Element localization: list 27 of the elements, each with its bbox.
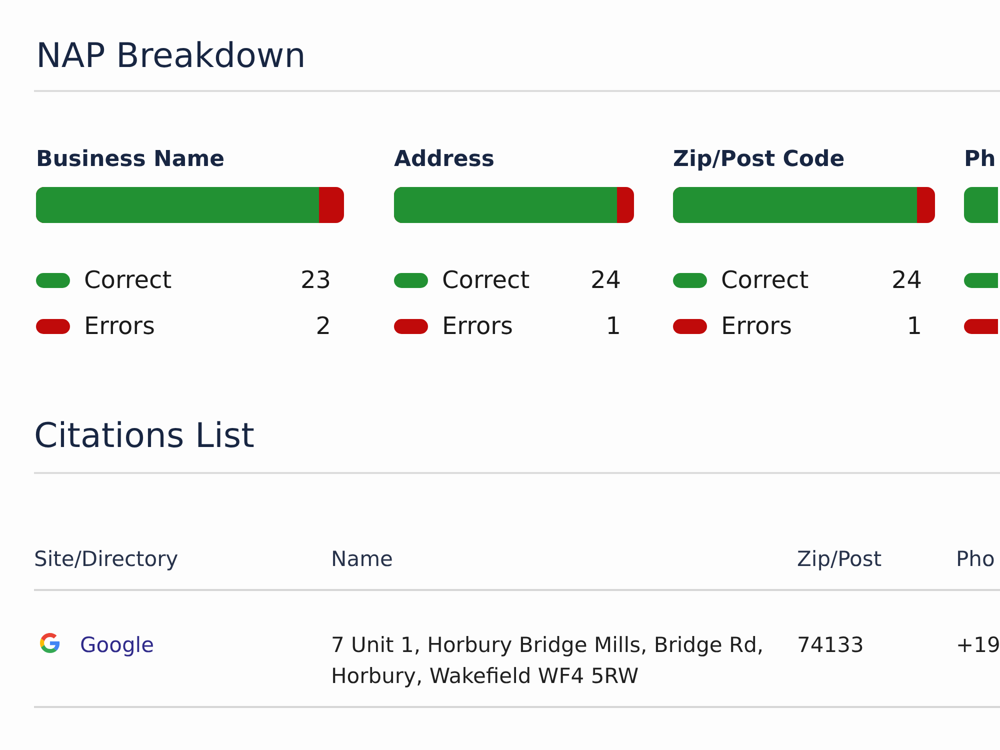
metric-title: Ph <box>964 147 996 173</box>
metric-title: Address <box>394 147 494 173</box>
legend-count: 24 <box>590 265 621 295</box>
section-title: NAP Breakdown <box>36 36 306 76</box>
metric-title: Business Name <box>36 147 225 173</box>
legend-count: 1 <box>906 311 922 341</box>
column-header: Site/Directory <box>34 547 178 571</box>
legend-count: 2 <box>316 311 331 341</box>
legend-label: Errors <box>84 311 156 341</box>
legend-label: Errors <box>721 311 792 341</box>
site-link[interactable]: Google <box>80 630 154 661</box>
legend-count: 24 <box>891 265 922 295</box>
table-cell: +19 <box>956 633 1000 657</box>
legend-label: Correct <box>442 265 530 295</box>
legend-label: Correct <box>84 265 172 295</box>
section-title: Citations List <box>34 416 254 456</box>
metric-title: Zip/Post Code <box>673 147 845 173</box>
table-cell: 7 Unit 1, Horbury Bridge Mills, Bridge Rd, Horbury, Wakefield WF4 5RW <box>331 633 764 688</box>
table-cell: 74133 <box>797 633 864 657</box>
legend-count: 23 <box>300 265 331 295</box>
column-header: Zip/Post <box>797 547 882 571</box>
column-header: Name <box>331 547 393 571</box>
legend-label: Errors <box>442 311 514 341</box>
legend-label: Correct <box>721 265 809 295</box>
legend-count: 1 <box>606 311 621 341</box>
g-logo-icon <box>40 633 60 653</box>
column-header: Pho <box>956 547 995 571</box>
